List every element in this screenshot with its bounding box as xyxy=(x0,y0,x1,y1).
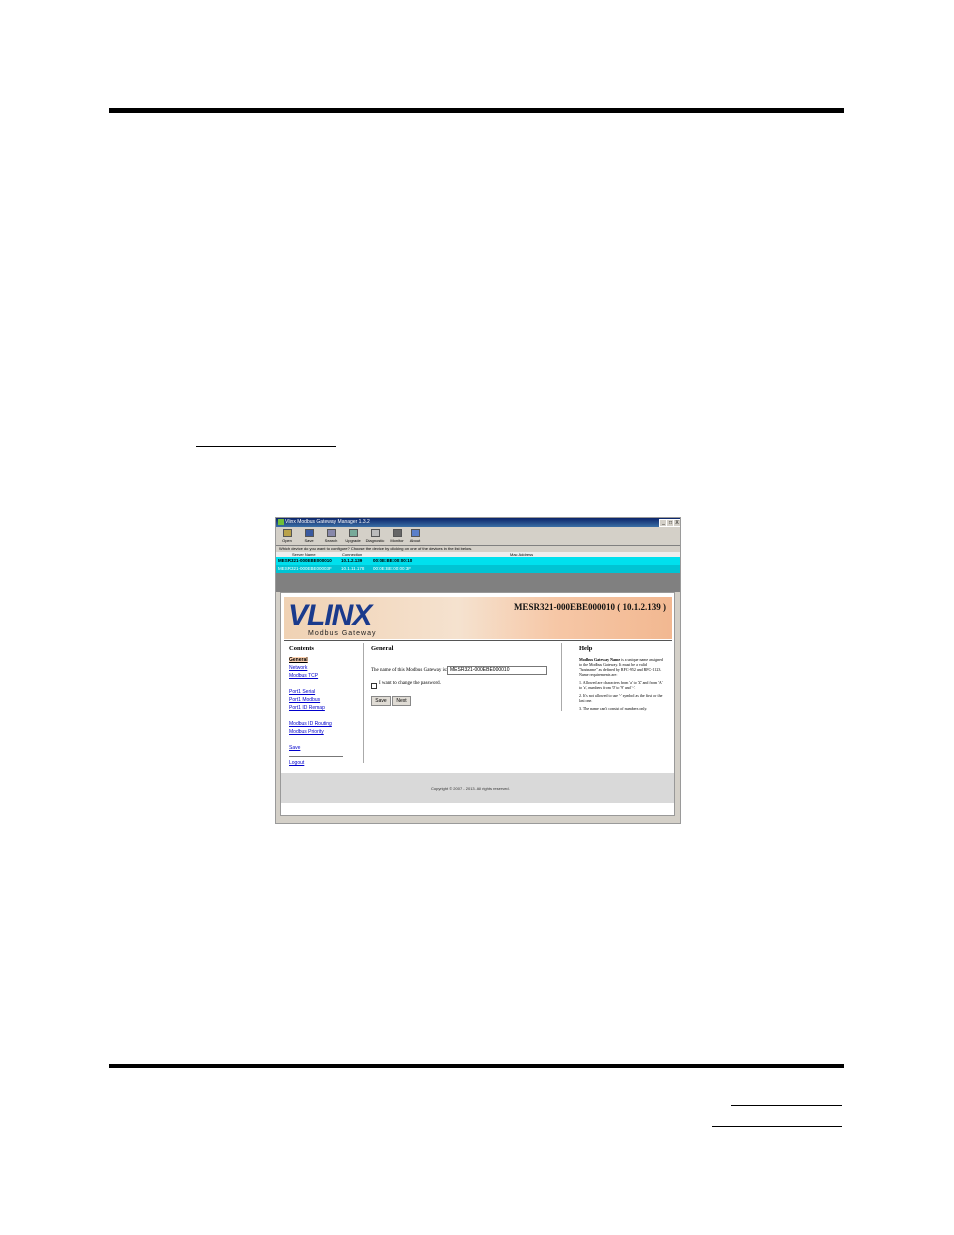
search-icon xyxy=(326,529,336,537)
save-button[interactable]: Save xyxy=(371,696,391,706)
banner-divider xyxy=(284,640,672,641)
vlinx-logo: VLINX xyxy=(288,599,372,632)
nav-port1-modbus[interactable]: Port1 Modbus xyxy=(289,697,320,703)
open-button[interactable]: Open xyxy=(277,529,297,544)
next-button[interactable]: Next xyxy=(392,696,411,706)
window-titlebar: Vlinx Modbus Gateway Manager 1.3.2 _ □ X xyxy=(276,518,680,527)
device-name: MESR321-000EBE00003F xyxy=(278,566,332,571)
search-button[interactable]: Search xyxy=(321,529,341,544)
toolbar: Open Save Search Upgrade Diagnostic Moni… xyxy=(276,527,680,546)
column-divider xyxy=(363,643,364,763)
help-paragraph: Modbus Gateway Name is a unique name ass… xyxy=(579,657,665,677)
footer-rule xyxy=(109,1064,844,1068)
change-password-checkbox[interactable] xyxy=(371,683,377,689)
search-label: Search xyxy=(324,538,338,543)
help-title: Help xyxy=(579,645,593,652)
device-row[interactable]: MESR321-000EBE00003F 10.1.11.178 00:0E:B… xyxy=(276,565,680,573)
device-name: MESR321-000EBE000010 xyxy=(278,558,332,563)
open-label: Open xyxy=(282,538,292,543)
nav-modbus-tcp[interactable]: Modbus TCP xyxy=(289,673,318,679)
column-divider xyxy=(561,643,562,711)
upgrade-icon xyxy=(348,529,358,537)
help-rule-1: 1. Allowed are characters from 'a' to 'Z… xyxy=(579,680,663,690)
section-heading-underline xyxy=(196,446,336,447)
nav-port1-id-remap[interactable]: Port1 ID Remap xyxy=(289,705,325,711)
monitor-button[interactable]: Monitor xyxy=(387,529,407,544)
nav-network[interactable]: Network xyxy=(289,665,307,671)
header-rule xyxy=(109,108,844,113)
gateway-name-label: The name of this Modbus Gateway is: xyxy=(371,668,448,673)
upgrade-button[interactable]: Upgrade xyxy=(343,529,363,544)
application-screenshot: Vlinx Modbus Gateway Manager 1.3.2 _ □ X… xyxy=(275,517,681,824)
diagnostic-label: Diagnostic xyxy=(365,538,385,543)
help-rule-2: 2. It's not allowed to use '-' symbol as… xyxy=(579,693,663,703)
diagnostic-button[interactable]: Diagnostic xyxy=(365,529,385,544)
save-icon xyxy=(304,529,314,537)
monitor-label: Monitor xyxy=(390,538,404,543)
diagnostic-icon xyxy=(370,529,380,537)
nav-modbus-priority[interactable]: Modbus Priority xyxy=(289,729,324,735)
copyright: Copyright © 2007 - 2013. All rights rese… xyxy=(431,786,510,791)
save-toolbar-button[interactable]: Save xyxy=(299,529,319,544)
about-button[interactable]: About xyxy=(405,529,425,544)
folder-icon xyxy=(282,529,292,537)
nav-port1-serial[interactable]: Port1 Serial xyxy=(289,689,315,695)
nav-save[interactable]: Save xyxy=(289,745,300,751)
gateway-name-input[interactable]: MESR321-000EBE000010 xyxy=(447,666,547,675)
help-rule-3: 3. The name can't consist of numbers onl… xyxy=(579,706,648,711)
window-title: Vlinx Modbus Gateway Manager 1.3.2 xyxy=(285,519,370,525)
device-connection: 10.1.2.139 xyxy=(341,558,363,563)
device-mac: 00:0E:BE:00:00:10 xyxy=(373,558,413,563)
device-prompt: Which device do you want to configure? C… xyxy=(279,546,473,551)
page-footer: Copyright © 2007 - 2013. All rights rese… xyxy=(281,773,674,803)
device-mac: 00:0E:BE:00:00:3F xyxy=(373,566,412,571)
close-button[interactable]: X xyxy=(673,519,680,527)
device-list: Server Name Connection Mac Address MESR3… xyxy=(276,552,680,592)
save-label: Save xyxy=(304,538,314,543)
change-password-label: I want to change the password. xyxy=(379,681,441,686)
nav-general[interactable]: General xyxy=(289,657,308,663)
device-connection: 10.1.11.178 xyxy=(341,566,365,571)
nav-modbus-id-routing[interactable]: Modbus ID Routing xyxy=(289,721,332,727)
footer-link-underline[interactable] xyxy=(731,1105,842,1106)
about-label: About xyxy=(409,538,421,543)
vlinx-banner: VLINX Modbus Gateway MESR321-000EBE00001… xyxy=(284,597,672,639)
footer-link-underline[interactable] xyxy=(712,1126,842,1127)
nav-divider xyxy=(289,756,343,757)
device-identifier: MESR321-000EBE000010 ( 10.1.2.139 ) xyxy=(513,602,666,612)
help-icon xyxy=(410,529,420,537)
device-row[interactable]: MESR321-000EBE000010 10.1.2.139 00:0E:BE… xyxy=(276,557,680,565)
contents-title: Contents xyxy=(289,645,314,652)
banner-subtitle: Modbus Gateway xyxy=(308,630,377,637)
web-config-page: VLINX Modbus Gateway MESR321-000EBE00001… xyxy=(280,592,675,816)
monitor-icon xyxy=(392,529,402,537)
upgrade-label: Upgrade xyxy=(345,538,361,543)
nav-logout[interactable]: Logout xyxy=(289,760,304,766)
general-title: General xyxy=(371,645,394,652)
app-icon xyxy=(278,519,284,525)
